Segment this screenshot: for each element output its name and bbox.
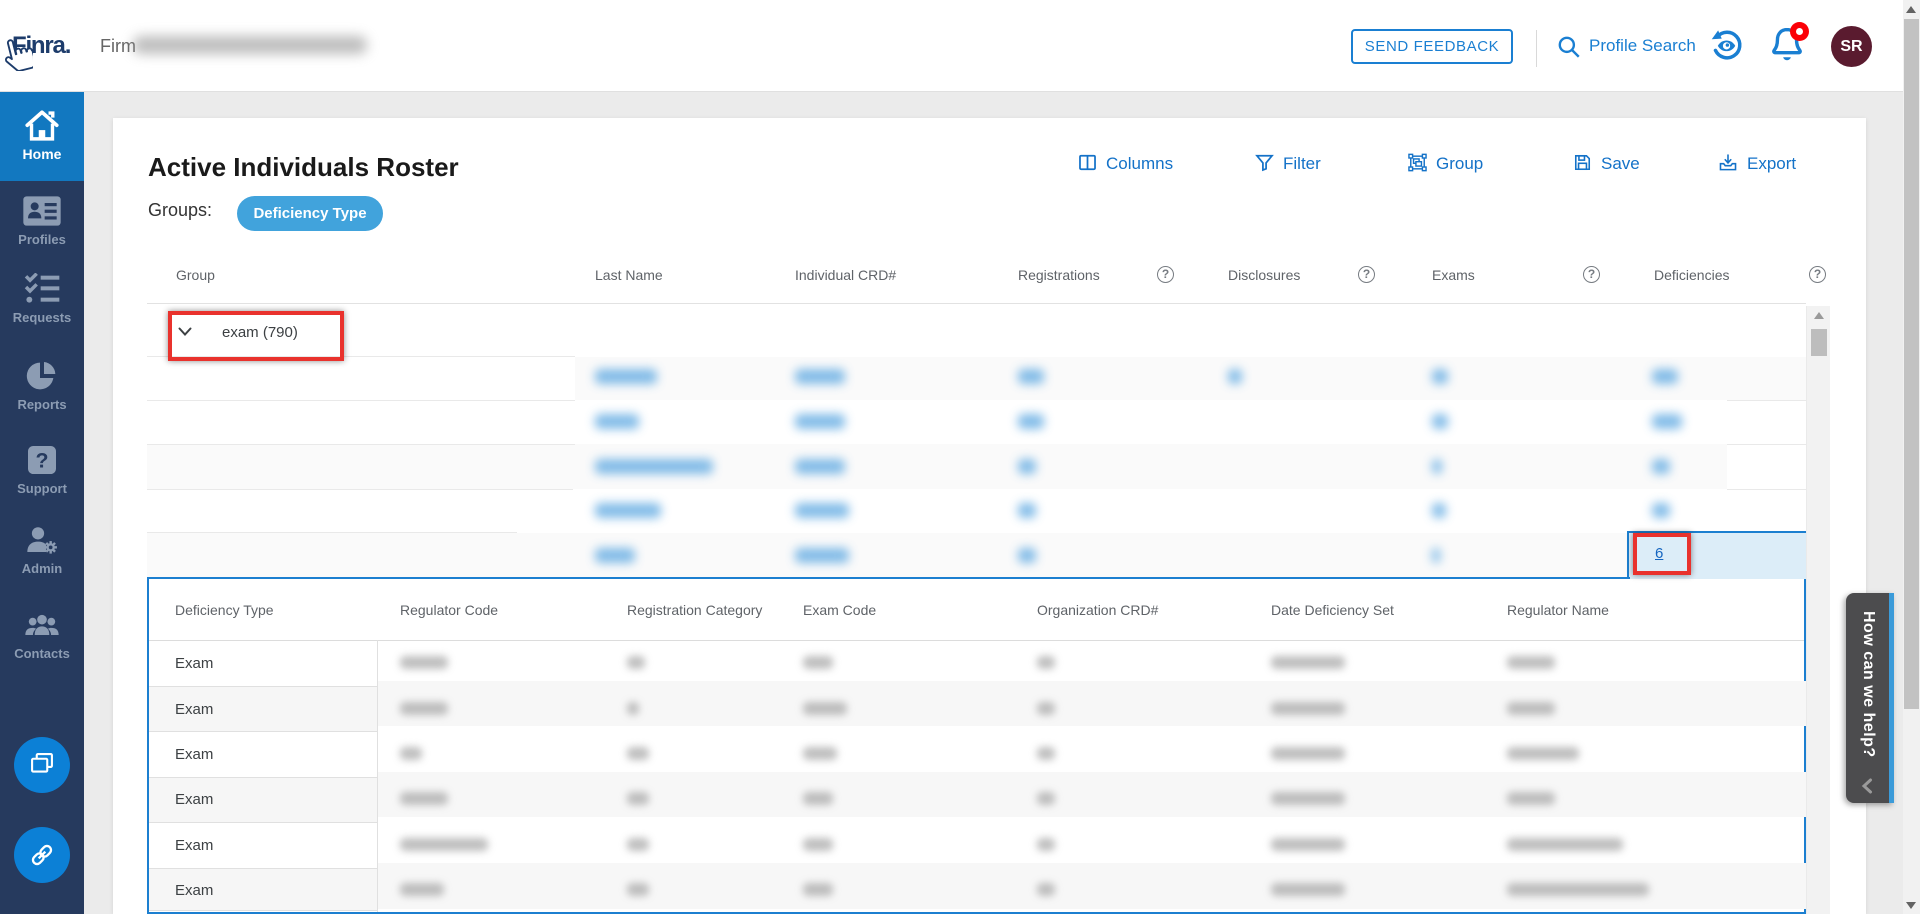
svg-text:?: ? [35, 448, 48, 472]
